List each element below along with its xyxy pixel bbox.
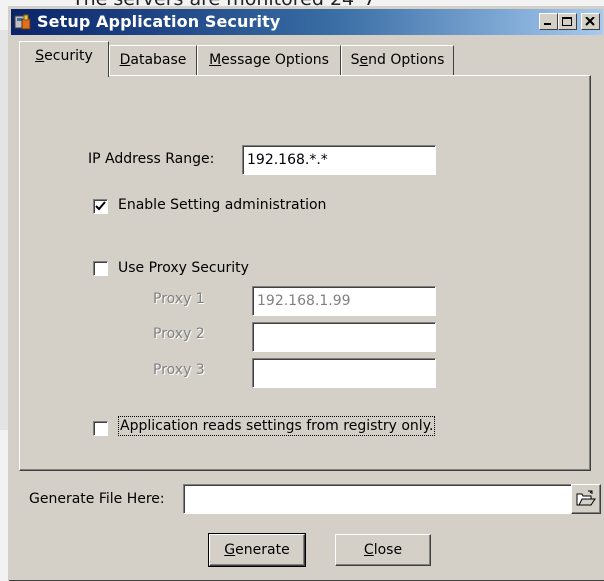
close-icon [585,17,595,26]
browse-button[interactable] [571,484,601,514]
maximize-button[interactable] [558,13,577,30]
proxy-3-input[interactable] [252,358,436,388]
title-bar[interactable]: Setup Application Security [11,9,603,35]
app-icon [14,14,31,30]
registry-only-label: Application reads settings from registry… [117,416,436,436]
registry-only-checkbox[interactable] [93,421,108,436]
use-proxy-label: Use Proxy Security [118,260,249,276]
tab-label: Security [35,48,93,64]
security-tab-panel: IP Address Range: 192.168.*.* Enable Set… [19,75,591,471]
minimize-button[interactable] [539,13,558,30]
tab-security[interactable]: Security [19,41,109,77]
generate-file-input[interactable] [183,484,575,514]
proxy-1-label: Proxy 1 [153,291,205,307]
setup-dialog: Setup Application Security Security Data… [8,6,604,581]
generate-button-label: Generate [224,542,290,558]
enable-admin-checkbox[interactable] [93,199,108,214]
maximize-icon [562,17,572,26]
proxy-2-input[interactable] [252,322,436,352]
proxy-3-label: Proxy 3 [153,362,205,378]
checkmark-icon [95,201,106,211]
tab-send-options[interactable]: Send Options [341,45,454,75]
close-window-button[interactable] [581,13,600,30]
generate-button[interactable]: Generate [208,533,306,567]
tab-database[interactable]: Database [109,45,197,75]
enable-admin-label: Enable Setting administration [118,197,327,213]
tab-label: Send Options [350,52,445,68]
tab-message-options[interactable]: Message Options [197,45,341,75]
background-strip [0,30,8,430]
tab-label: Database [119,52,187,68]
ip-range-input[interactable]: 192.168.*.* [242,145,436,175]
use-proxy-checkbox[interactable] [93,261,108,276]
generate-file-label: Generate File Here: [29,491,165,507]
ip-range-label: IP Address Range: [88,151,215,167]
minimize-icon [544,23,551,25]
proxy-2-label: Proxy 2 [153,326,205,342]
close-button[interactable]: Close [335,534,431,566]
window-title: Setup Application Security [37,12,281,31]
close-button-label: Close [363,542,403,558]
proxy-1-input[interactable]: 192.168.1.99 [252,286,436,316]
open-folder-icon [576,490,596,506]
tab-label: Message Options [209,52,329,68]
